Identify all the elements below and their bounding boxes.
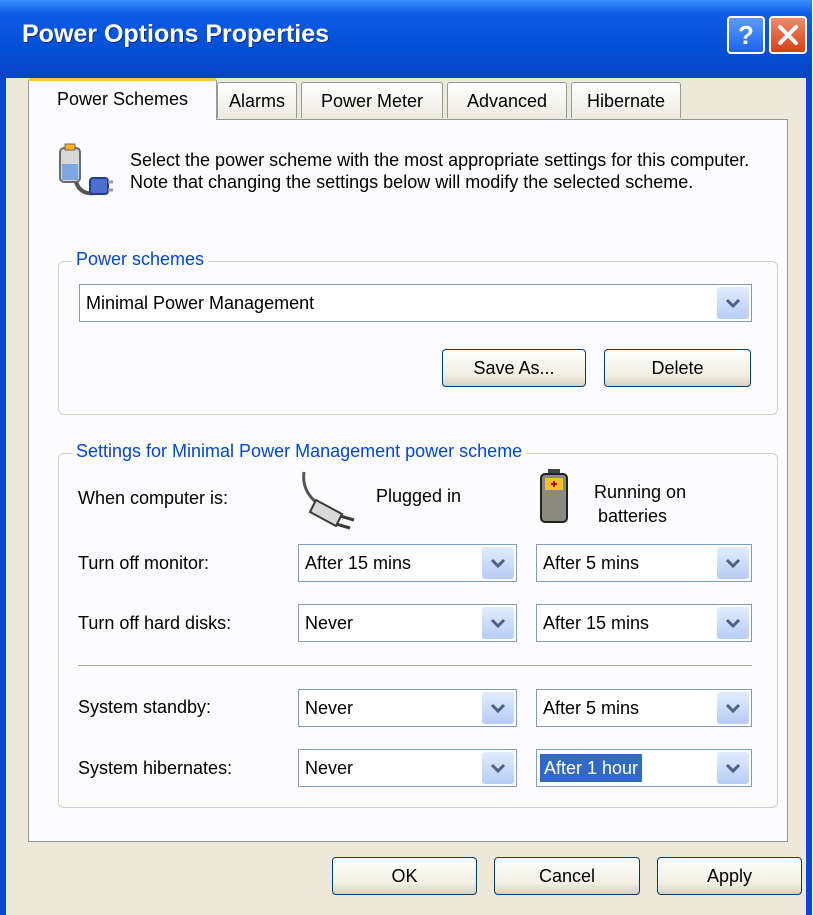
dropdown-button[interactable] — [482, 692, 514, 724]
when-computer-is-label: When computer is: — [78, 488, 229, 508]
chevron-down-icon — [725, 703, 741, 714]
intro-text: Select the power scheme with the most ap… — [130, 150, 750, 192]
chevron-down-icon — [725, 618, 741, 629]
turn-off-hard-disks-label: Turn off hard disks: — [78, 613, 232, 633]
tab-label: Advanced — [466, 91, 548, 111]
settings-separator — [78, 665, 752, 666]
dropdown-button[interactable] — [717, 607, 749, 639]
monitor-battery-select[interactable]: After 5 mins — [536, 544, 752, 582]
battery-label-line1: Running on — [594, 482, 687, 502]
dropdown-button[interactable] — [717, 692, 749, 724]
dropdown-button[interactable] — [717, 547, 749, 579]
dropdown-button[interactable] — [717, 752, 749, 784]
dropdown-button[interactable] — [717, 287, 749, 319]
delete-button[interactable]: Delete — [604, 349, 751, 387]
running-on-batteries-label: Running on batteries — [594, 480, 686, 528]
select-value: After 5 mins — [543, 553, 640, 573]
dropdown-button[interactable] — [482, 607, 514, 639]
apply-button[interactable]: Apply — [657, 857, 802, 895]
select-value: Never — [305, 613, 354, 633]
tab-label: Hibernate — [586, 91, 666, 111]
close-icon — [778, 25, 798, 45]
chevron-down-icon — [490, 763, 506, 774]
chevron-down-icon — [490, 558, 506, 569]
cancel-button[interactable]: Cancel — [494, 857, 640, 895]
tab-hibernate[interactable]: Hibernate — [571, 82, 681, 118]
standby-battery-select[interactable]: After 5 mins — [536, 689, 752, 727]
power-options-icon — [59, 143, 113, 196]
dropdown-button[interactable] — [482, 752, 514, 784]
window-title: Power Options Properties — [22, 20, 330, 48]
ok-button[interactable]: OK — [332, 857, 477, 895]
hibernate-plugged-select[interactable]: Never — [298, 749, 517, 787]
tab-power-meter[interactable]: Power Meter — [301, 82, 443, 118]
power-scheme-value: Minimal Power Management — [86, 293, 315, 313]
help-icon: ? — [738, 20, 754, 50]
help-button[interactable]: ? — [727, 16, 765, 54]
plugged-in-label: Plugged in — [376, 486, 462, 506]
close-button[interactable] — [769, 16, 807, 54]
title-bar[interactable]: Power Options Properties ? — [0, 0, 812, 78]
tab-label: Power Schemes — [56, 89, 189, 109]
standby-plugged-select[interactable]: Never — [298, 689, 517, 727]
hard-disks-plugged-select[interactable]: Never — [298, 604, 517, 642]
chevron-down-icon — [725, 763, 741, 774]
chevron-down-icon — [490, 703, 506, 714]
tab-label: Power Meter — [320, 91, 424, 111]
turn-off-monitor-label: Turn off monitor: — [78, 553, 210, 573]
select-value: After 15 mins — [305, 553, 412, 573]
chevron-down-icon — [725, 558, 741, 569]
chevron-down-icon — [725, 298, 741, 309]
settings-legend: Settings for Minimal Power Management po… — [72, 441, 527, 462]
tab-alarms[interactable]: Alarms — [217, 82, 297, 118]
power-scheme-select[interactable]: Minimal Power Management — [79, 284, 752, 322]
tab-label: Alarms — [228, 91, 285, 111]
tab-advanced[interactable]: Advanced — [447, 82, 567, 118]
power-options-window: Power Options Properties ? Power Schemes… — [0, 0, 812, 915]
system-hibernates-label: System hibernates: — [78, 758, 233, 778]
dialog-client-area: Power Schemes Alarms Power Meter Advance… — [6, 78, 806, 915]
dropdown-button[interactable] — [482, 547, 514, 579]
tab-power-schemes[interactable]: Power Schemes — [28, 78, 217, 120]
hibernate-battery-select[interactable]: After 1 hour — [536, 749, 752, 787]
power-plug-icon — [302, 471, 355, 530]
battery-label-line2: batteries — [598, 506, 668, 526]
hard-disks-battery-select[interactable]: After 15 mins — [536, 604, 752, 642]
select-value: After 15 mins — [543, 613, 650, 633]
battery-icon — [540, 469, 568, 523]
monitor-plugged-select[interactable]: After 15 mins — [298, 544, 517, 582]
save-as-button[interactable]: Save As... — [442, 349, 586, 387]
chevron-down-icon — [490, 618, 506, 629]
select-value: Never — [305, 698, 354, 718]
system-standby-label: System standby: — [78, 697, 212, 717]
select-value-highlighted: After 1 hour — [540, 754, 643, 782]
select-value: After 5 mins — [543, 698, 640, 718]
power-schemes-legend: Power schemes — [72, 249, 209, 270]
select-value: Never — [305, 758, 354, 778]
